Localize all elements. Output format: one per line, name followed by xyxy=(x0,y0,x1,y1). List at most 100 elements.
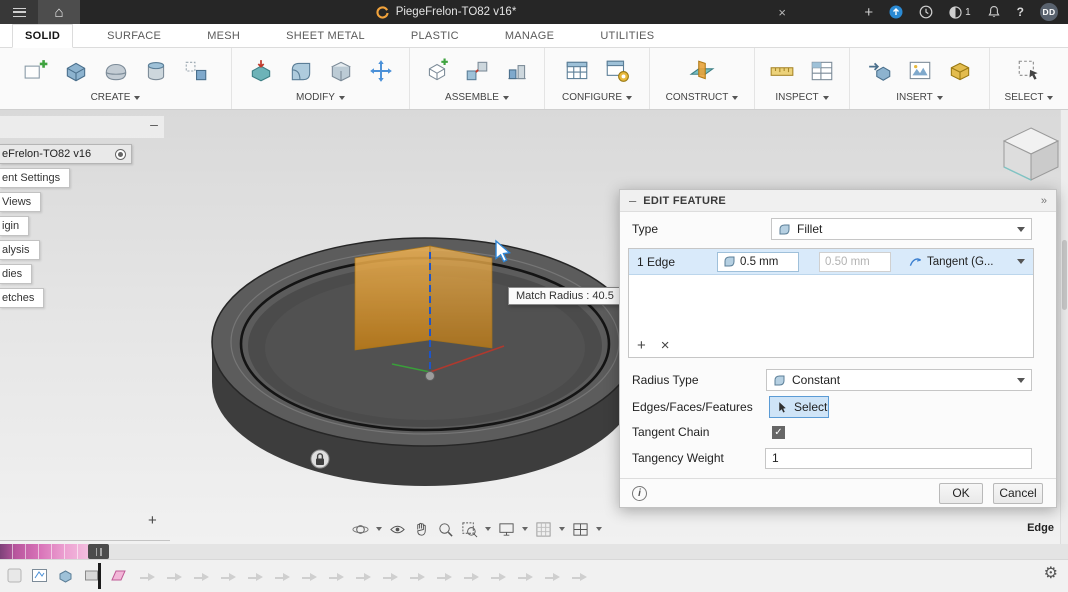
browser-item-origin[interactable]: igin xyxy=(0,216,29,236)
create-sketch-icon[interactable] xyxy=(21,57,50,86)
cylinder-icon[interactable] xyxy=(141,57,170,86)
configure-icon[interactable] xyxy=(563,57,592,86)
activate-component-radio[interactable] xyxy=(115,149,126,160)
browser-root-node[interactable]: eFrelon-TO82 v16 xyxy=(0,144,132,164)
viewports-icon[interactable] xyxy=(572,521,589,538)
collaborators-button[interactable]: 1 xyxy=(949,6,971,19)
joint-icon[interactable] xyxy=(463,57,492,86)
construct-plane-icon[interactable] xyxy=(688,57,717,86)
ok-button[interactable]: OK xyxy=(939,483,983,504)
insert-derive-icon[interactable] xyxy=(865,57,894,86)
origin-point[interactable] xyxy=(426,372,435,381)
grid-icon[interactable] xyxy=(535,521,552,538)
mcmaster-carr-icon[interactable] xyxy=(945,57,974,86)
tab-manage[interactable]: MANAGE xyxy=(493,24,566,47)
press-pull-icon[interactable] xyxy=(246,57,275,86)
cancel-button[interactable]: Cancel xyxy=(993,483,1043,504)
select-icon[interactable] xyxy=(1015,57,1044,86)
look-at-icon[interactable] xyxy=(389,521,406,538)
view-cube[interactable] xyxy=(1000,124,1062,182)
tab-solid[interactable]: SOLID xyxy=(12,24,73,48)
timeline-feature-sketch[interactable] xyxy=(31,567,48,584)
extrude-icon[interactable] xyxy=(61,57,90,86)
scrollbar-thumb[interactable] xyxy=(1062,240,1067,310)
remove-edge-set-button[interactable]: × xyxy=(661,338,670,353)
tab-utilities[interactable]: UTILITIES xyxy=(588,24,666,47)
edge-set-row[interactable]: 1 Edge 0.5 mm 0.50 mm Tangent (G... xyxy=(629,249,1033,275)
pan-icon[interactable] xyxy=(413,521,430,538)
select-button[interactable]: Select xyxy=(769,396,829,418)
orbit-icon[interactable] xyxy=(352,521,369,538)
tab-surface[interactable]: SURFACE xyxy=(95,24,173,47)
timeline-feature-plane[interactable] xyxy=(110,567,127,584)
dialog-expand-icon[interactable]: » xyxy=(1041,195,1047,207)
tangent-chain-checkbox[interactable]: ✓ xyxy=(772,426,785,439)
timeline-overview-strip[interactable] xyxy=(0,544,88,559)
tab-plastic[interactable]: PLASTIC xyxy=(399,24,471,47)
new-component-icon[interactable] xyxy=(423,57,452,86)
extension-clock-icon[interactable] xyxy=(919,5,933,19)
info-icon[interactable]: i xyxy=(632,486,647,501)
tab-mesh[interactable]: MESH xyxy=(195,24,252,47)
type-dropdown[interactable]: Fillet xyxy=(771,218,1032,240)
display-settings-icon[interactable] xyxy=(498,521,515,538)
timeline-settings-gear-icon[interactable]: ⚙ xyxy=(1044,566,1058,582)
close-document-button[interactable]: × xyxy=(778,6,786,19)
continuity-dropdown[interactable]: Tangent (G... xyxy=(909,255,1029,268)
zoom-icon[interactable] xyxy=(437,521,454,538)
move-icon[interactable] xyxy=(366,57,395,86)
browser-item-sketches[interactable]: etches xyxy=(0,288,44,308)
dialog-header[interactable]: – EDIT FEATURE » xyxy=(620,190,1056,212)
timeline-playhead[interactable] xyxy=(98,563,101,589)
create-menu[interactable]: CREATE xyxy=(91,92,141,103)
home-button[interactable]: ⌂ xyxy=(38,0,80,24)
canvas-icon[interactable] xyxy=(905,57,934,86)
chevron-down-icon[interactable] xyxy=(559,527,565,531)
browser-collapse-button[interactable]: – xyxy=(146,117,162,133)
assemble-menu[interactable]: ASSEMBLE xyxy=(445,92,509,103)
configure-menu[interactable]: CONFIGURE xyxy=(562,92,632,103)
align-icon[interactable] xyxy=(503,57,532,86)
viewport-scrollbar[interactable] xyxy=(1060,110,1068,544)
notifications-bell-icon[interactable] xyxy=(987,5,1001,19)
app-menu-button[interactable] xyxy=(0,0,38,24)
sketch-planes[interactable] xyxy=(355,246,492,350)
model-canvas[interactable] xyxy=(180,200,660,500)
browser-add-button[interactable]: + xyxy=(148,512,157,529)
modify-menu[interactable]: MODIFY xyxy=(296,92,345,103)
analysis-icon[interactable] xyxy=(808,57,837,86)
help-button[interactable]: ? xyxy=(1017,5,1024,19)
chevron-down-icon[interactable] xyxy=(485,527,491,531)
measure-icon[interactable] xyxy=(768,57,797,86)
browser-item-document-settings[interactable]: ent Settings xyxy=(0,168,70,188)
radius-type-dropdown[interactable]: Constant xyxy=(766,369,1032,391)
user-avatar[interactable]: DD xyxy=(1040,3,1058,21)
chevron-down-icon[interactable] xyxy=(522,527,528,531)
insert-menu[interactable]: INSERT xyxy=(896,92,943,103)
timeline-feature-extrude[interactable] xyxy=(57,567,74,584)
timeline-feature-marker[interactable] xyxy=(6,567,23,584)
create-form-icon[interactable] xyxy=(101,57,130,86)
tab-sheet-metal[interactable]: SHEET METAL xyxy=(274,24,377,47)
add-edge-set-button[interactable]: + xyxy=(637,338,646,353)
select-menu[interactable]: SELECT xyxy=(1005,92,1054,103)
tangency-weight-input[interactable]: 1 xyxy=(765,448,1032,469)
browser-item-analysis[interactable]: alysis xyxy=(0,240,40,260)
fillet-icon[interactable] xyxy=(286,57,315,86)
dialog-collapse-icon[interactable]: – xyxy=(629,194,636,207)
radius-input[interactable]: 0.5 mm xyxy=(717,252,799,272)
new-document-tab-button[interactable]: + xyxy=(864,5,873,20)
inspect-menu[interactable]: INSPECT xyxy=(775,92,828,103)
job-status-icon[interactable] xyxy=(889,5,903,19)
shell-icon[interactable] xyxy=(326,57,355,86)
fit-icon[interactable] xyxy=(461,521,478,538)
timeline-scrub-handle[interactable] xyxy=(88,544,109,559)
chevron-down-icon[interactable] xyxy=(596,527,602,531)
secondary-radius-input[interactable]: 0.50 mm xyxy=(819,252,891,272)
construct-menu[interactable]: CONSTRUCT xyxy=(666,92,739,103)
browser-item-bodies[interactable]: dies xyxy=(0,264,32,284)
chevron-down-icon[interactable] xyxy=(376,527,382,531)
document-tab[interactable]: PiegeFrelon-TO82 v16* × xyxy=(96,0,796,24)
pattern-icon[interactable] xyxy=(181,57,210,86)
browser-item-named-views[interactable]: Views xyxy=(0,192,41,212)
